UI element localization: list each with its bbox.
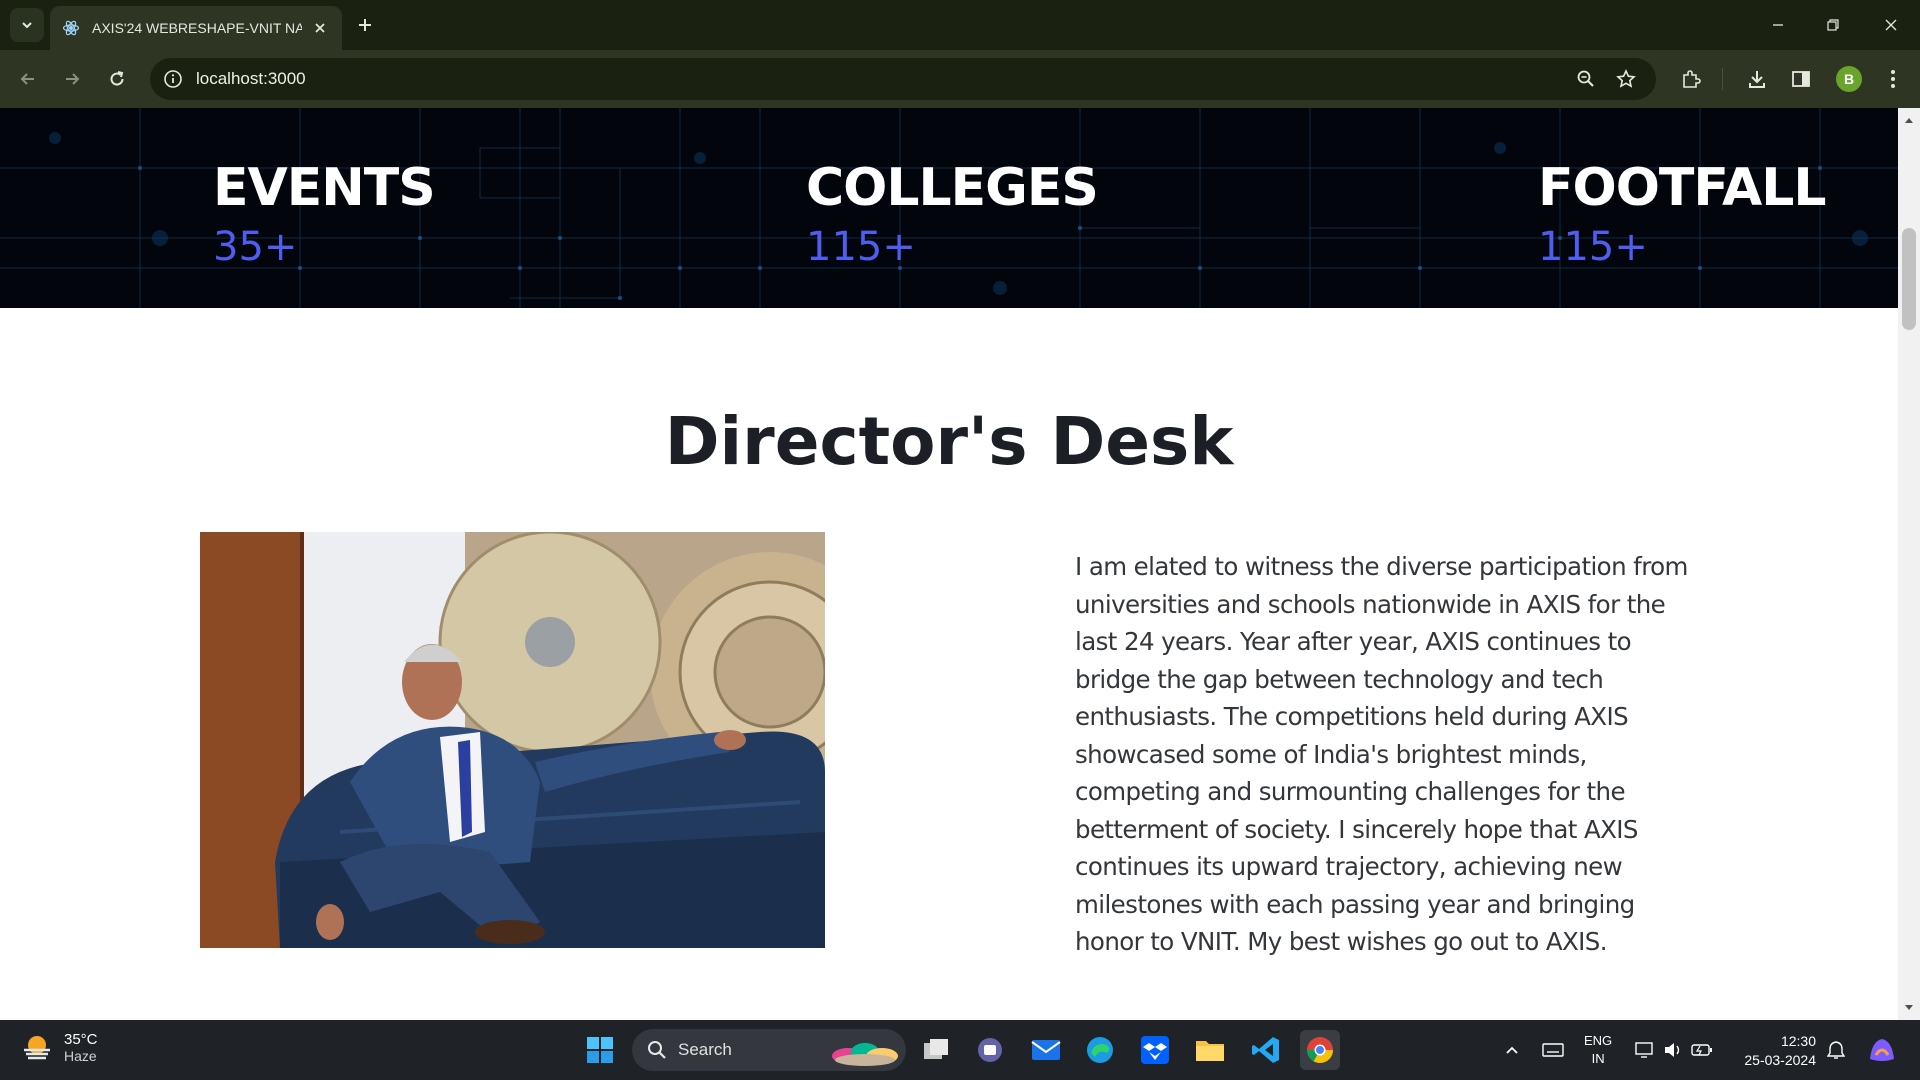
stat-value: 115+ bbox=[1538, 224, 1648, 270]
side-panel-icon[interactable] bbox=[1786, 64, 1816, 94]
input-language-indicator[interactable]: ENG IN bbox=[1584, 1032, 1612, 1068]
quick-settings-button[interactable] bbox=[1632, 1030, 1716, 1070]
minimize-icon bbox=[1773, 24, 1783, 26]
bell-icon bbox=[1827, 1041, 1845, 1059]
reload-button[interactable] bbox=[101, 63, 133, 95]
stat-value: 115+ bbox=[806, 224, 916, 270]
minimize-button[interactable] bbox=[1763, 10, 1793, 40]
teams-chat-button[interactable] bbox=[970, 1030, 1010, 1070]
tab-close-button[interactable] bbox=[310, 18, 330, 38]
restore-icon bbox=[1827, 19, 1839, 31]
plus-icon bbox=[359, 19, 371, 31]
mail-app-button[interactable] bbox=[1026, 1030, 1066, 1070]
chevron-down-icon bbox=[22, 22, 32, 29]
menu-kebab-icon[interactable] bbox=[1878, 64, 1908, 94]
tab-title: AXIS'24 WEBRESHAPE-VNIT NA bbox=[92, 20, 302, 36]
mail-icon bbox=[1031, 1040, 1061, 1060]
close-icon bbox=[1885, 19, 1897, 31]
folder-icon bbox=[1196, 1041, 1224, 1061]
stat-colleges: COLLEGES 115+ bbox=[806, 158, 1099, 270]
notifications-button[interactable] bbox=[1824, 1030, 1848, 1070]
stat-value: 35+ bbox=[213, 224, 298, 270]
scroll-thumb[interactable] bbox=[1902, 228, 1916, 330]
forward-button[interactable] bbox=[56, 63, 88, 95]
stats-banner: EVENTS 35+ COLLEGES 115+ FOOTFALL 115+ bbox=[0, 108, 1898, 308]
chrome-icon bbox=[1306, 1037, 1334, 1064]
touch-keyboard-button[interactable] bbox=[1538, 1030, 1568, 1070]
task-view-icon bbox=[924, 1039, 948, 1059]
react-favicon-icon bbox=[62, 20, 80, 36]
director-message: I am elated to witness the diverse parti… bbox=[1075, 552, 1688, 956]
vscode-icon bbox=[1252, 1037, 1279, 1063]
stat-label: EVENTS bbox=[213, 158, 436, 218]
weather-widget[interactable]: 35°C Haze bbox=[20, 1030, 98, 1064]
site-info-icon[interactable] bbox=[162, 68, 184, 90]
browser-toolbar: localhost:3000 B bbox=[0, 50, 1920, 108]
show-hidden-icons-button[interactable] bbox=[1500, 1030, 1524, 1070]
haze-sun-icon bbox=[24, 1036, 50, 1060]
back-button[interactable] bbox=[12, 63, 44, 95]
task-view-button[interactable] bbox=[916, 1030, 956, 1070]
director-photo bbox=[200, 532, 825, 948]
stat-events: EVENTS 35+ bbox=[213, 158, 436, 270]
teams-chat-icon bbox=[978, 1038, 1002, 1062]
scroll-down-arrow-icon[interactable] bbox=[1903, 1002, 1915, 1014]
lang-line2: IN bbox=[1591, 1051, 1605, 1066]
chevron-up-icon bbox=[1506, 1046, 1518, 1054]
reload-icon bbox=[110, 71, 124, 86]
page-viewport: EVENTS 35+ COLLEGES 115+ FOOTFALL 115+ D… bbox=[0, 108, 1898, 1020]
copilot-icon bbox=[1870, 1039, 1894, 1061]
extensions-icon[interactable] bbox=[1676, 64, 1706, 94]
stat-label: COLLEGES bbox=[806, 158, 1099, 218]
address-bar[interactable]: localhost:3000 bbox=[150, 58, 1656, 100]
tab-search-button[interactable] bbox=[10, 8, 44, 42]
volume-icon bbox=[1665, 1043, 1680, 1057]
taskbar: 35°C Haze Search ENG IN 12:30 25-03-2024 bbox=[0, 1020, 1920, 1080]
clock[interactable]: 12:30 25-03-2024 bbox=[1736, 1032, 1816, 1070]
vscode-button[interactable] bbox=[1246, 1030, 1286, 1070]
weather-temp: 35°C bbox=[64, 1030, 98, 1048]
close-window-button[interactable] bbox=[1876, 10, 1906, 40]
file-explorer-button[interactable] bbox=[1190, 1030, 1230, 1070]
network-icon bbox=[1635, 1042, 1653, 1058]
battery-icon bbox=[1691, 1044, 1712, 1056]
clock-time: 12:30 bbox=[1780, 1033, 1816, 1049]
weather-desc: Haze bbox=[64, 1047, 97, 1064]
arrow-right-icon bbox=[66, 73, 80, 85]
profile-avatar[interactable]: B bbox=[1836, 66, 1862, 92]
restore-button[interactable] bbox=[1818, 10, 1848, 40]
clock-date: 25-03-2024 bbox=[1744, 1052, 1816, 1068]
lang-line1: ENG bbox=[1584, 1033, 1613, 1048]
browser-tab-bar: AXIS'24 WEBRESHAPE-VNIT NA bbox=[0, 0, 1920, 50]
dropbox-icon bbox=[1141, 1036, 1169, 1064]
new-tab-button[interactable] bbox=[352, 12, 378, 38]
toolbar-divider bbox=[1722, 68, 1723, 90]
search-icon bbox=[648, 1041, 666, 1059]
search-label: Search bbox=[678, 1040, 732, 1059]
edge-icon bbox=[1087, 1037, 1113, 1063]
arrow-left-icon bbox=[20, 73, 34, 85]
zoom-icon[interactable] bbox=[1574, 67, 1598, 91]
url-text: localhost:3000 bbox=[196, 69, 306, 88]
downloads-icon[interactable] bbox=[1742, 64, 1772, 94]
section-title: Director's Desk bbox=[664, 403, 1234, 480]
close-icon bbox=[315, 23, 325, 33]
copilot-button[interactable] bbox=[1862, 1030, 1902, 1070]
holi-colors-icon bbox=[832, 1043, 898, 1066]
bookmark-star-icon[interactable] bbox=[1614, 67, 1638, 91]
windows-logo-icon bbox=[587, 1037, 613, 1063]
chrome-button[interactable] bbox=[1300, 1030, 1340, 1070]
stat-label: FOOTFALL bbox=[1538, 158, 1826, 218]
edge-browser-button[interactable] bbox=[1080, 1030, 1120, 1070]
taskbar-search[interactable]: Search bbox=[632, 1029, 906, 1071]
keyboard-icon bbox=[1542, 1043, 1564, 1057]
scroll-up-arrow-icon[interactable] bbox=[1903, 114, 1915, 126]
page-scrollbar[interactable] bbox=[1898, 108, 1920, 1020]
start-button[interactable] bbox=[580, 1030, 620, 1070]
browser-tab-active[interactable]: AXIS'24 WEBRESHAPE-VNIT NA bbox=[50, 6, 342, 50]
dropbox-button[interactable] bbox=[1135, 1030, 1175, 1070]
stat-footfall: FOOTFALL 115+ bbox=[1538, 158, 1826, 270]
